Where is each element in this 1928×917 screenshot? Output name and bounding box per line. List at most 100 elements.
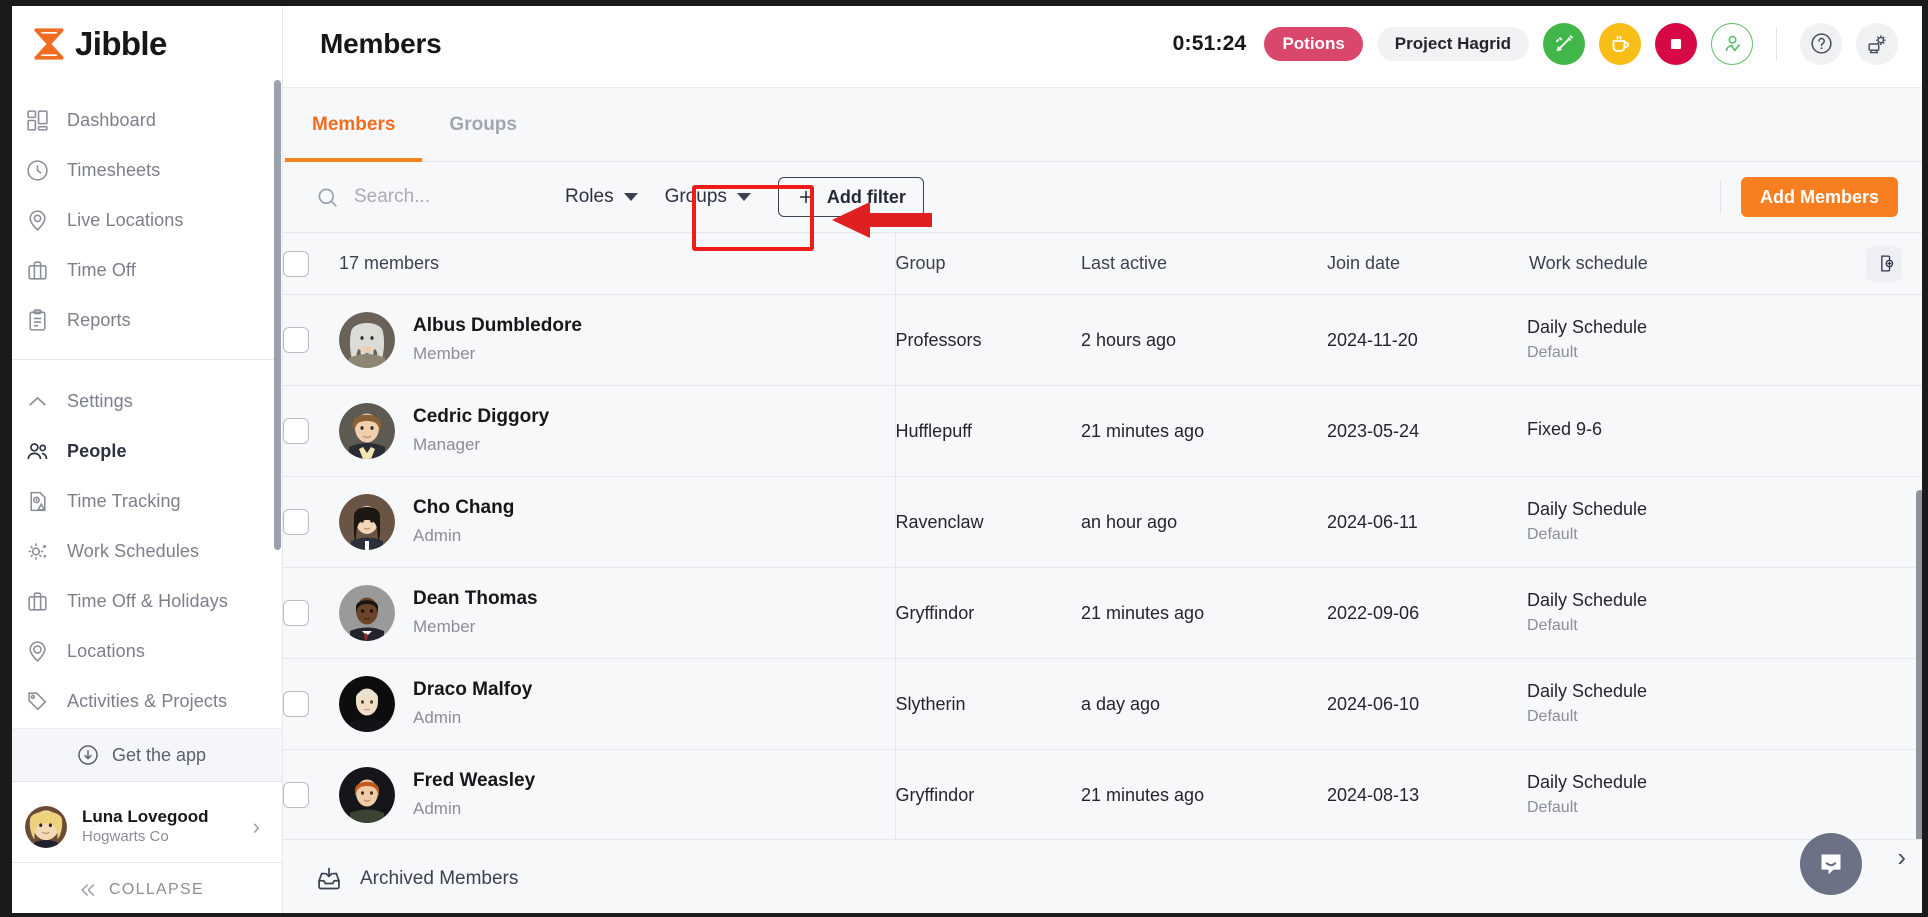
- map-pin-icon: [29, 209, 46, 231]
- row-select-cell: [283, 567, 339, 659]
- row-checkbox[interactable]: [283, 600, 309, 626]
- gear-kiosk-icon: [1867, 35, 1886, 54]
- row-checkbox[interactable]: [283, 691, 309, 717]
- member-name: Albus Dumbledore: [413, 314, 582, 336]
- sidebar-scrollbar-thumb[interactable]: [274, 80, 281, 550]
- project-chip[interactable]: Project Hagrid: [1376, 26, 1529, 61]
- window-edge-top: [0, 0, 1928, 6]
- work-schedule-cell: Daily Schedule Default: [1527, 476, 1928, 568]
- avatar: [339, 676, 395, 732]
- last-active-cell: 2 hours ago: [1081, 294, 1327, 386]
- sidebar-item-activities-projects[interactable]: Activities & Projects: [0, 676, 282, 726]
- app-window: Jibble Dashboard Timesheets Live Locatio…: [0, 0, 1928, 917]
- table-row[interactable]: Albus Dumbledore Member Professors 2 hou…: [283, 294, 1928, 386]
- column-header-group[interactable]: Group: [895, 232, 1081, 295]
- groups-filter-dropdown[interactable]: Groups: [665, 186, 751, 208]
- avatar: [339, 494, 395, 550]
- tab-members[interactable]: Members: [285, 88, 423, 162]
- row-checkbox[interactable]: [283, 509, 309, 535]
- row-checkbox[interactable]: [283, 418, 309, 444]
- column-header-work-schedule[interactable]: Work schedule: [1527, 232, 1928, 295]
- break-button[interactable]: [1599, 22, 1641, 65]
- join-date-cell: 2023-05-24: [1327, 385, 1527, 477]
- settings-button[interactable]: [1856, 22, 1898, 65]
- help-button[interactable]: [1800, 22, 1842, 65]
- get-the-app-label: Get the app: [111, 744, 207, 765]
- sidebar-item-label: Time Off & Holidays: [67, 590, 228, 611]
- sidebar-item-live-locations[interactable]: Live Locations: [0, 195, 282, 245]
- user-name: Luna Lovegood: [82, 807, 209, 827]
- roles-filter-dropdown[interactable]: Roles: [565, 186, 638, 208]
- archived-members-label: Archived Members: [360, 867, 519, 889]
- user-account-card[interactable]: Luna Lovegood Hogwarts Co ›: [0, 791, 282, 863]
- briefcase-icon: [28, 591, 47, 611]
- window-edge-bottom: [0, 913, 1928, 917]
- row-select-cell: [283, 385, 339, 477]
- clock-icon: [27, 159, 48, 181]
- sidebar-item-work-schedules[interactable]: Work Schedules: [0, 526, 282, 576]
- sidebar-item-reports[interactable]: Reports: [0, 295, 282, 345]
- chevron-right-icon: ›: [252, 813, 260, 839]
- groups-filter-label: Groups: [664, 186, 727, 207]
- sidebar-item-dashboard[interactable]: Dashboard: [0, 95, 282, 145]
- tab-groups[interactable]: Groups: [422, 88, 544, 161]
- column-header-last-active[interactable]: Last active: [1081, 232, 1327, 295]
- member-role: Member: [413, 616, 476, 636]
- sidebar-item-locations[interactable]: Locations: [0, 626, 282, 676]
- select-all-checkbox[interactable]: [283, 250, 309, 277]
- user-meta: Luna Lovegood Hogwarts Co: [82, 806, 238, 847]
- table-row[interactable]: Cedric Diggory Manager Hufflepuff 21 min…: [283, 385, 1928, 477]
- search-box[interactable]: [315, 185, 565, 210]
- table-row[interactable]: Fred Weasley Admin Gryffindor 21 minutes…: [283, 749, 1928, 839]
- stop-timer-button[interactable]: [1655, 22, 1697, 65]
- avatar: [339, 403, 395, 459]
- divider: [1776, 26, 1777, 61]
- sidebar-item-time-tracking[interactable]: Time Tracking: [0, 476, 282, 526]
- add-filter-button[interactable]: Add filter: [777, 177, 924, 217]
- group-cell: Slytherin: [895, 658, 1081, 750]
- row-checkbox[interactable]: [283, 782, 309, 808]
- work-schedule-name: Daily Schedule: [1527, 680, 1648, 701]
- member-role: Admin: [413, 525, 462, 545]
- last-active-cell: 21 minutes ago: [1081, 749, 1327, 839]
- table-row[interactable]: Cho Chang Admin Ravenclaw an hour ago 20…: [283, 476, 1928, 568]
- sidebar-item-label: Time Tracking: [67, 490, 181, 511]
- table-row[interactable]: Draco Malfoy Admin Slytherin a day ago 2…: [283, 658, 1928, 750]
- group-cell: Gryffindor: [895, 567, 1081, 659]
- table-row[interactable]: Dean Thomas Member Gryffindor 21 minutes…: [283, 567, 1928, 659]
- sidebar-item-label: Dashboard: [67, 109, 156, 130]
- sidebar-item-timesheets[interactable]: Timesheets: [0, 145, 282, 195]
- add-members-button[interactable]: Add Members: [1740, 177, 1898, 217]
- member-cell: Cedric Diggory Manager: [339, 385, 896, 477]
- switch-activity-button[interactable]: [1543, 22, 1585, 65]
- content-area: Members Groups Roles: [283, 88, 1928, 917]
- activity-chip[interactable]: Potions: [1264, 26, 1363, 61]
- member-role: Admin: [413, 707, 462, 727]
- intercom-expand-chevron[interactable]: ›: [1897, 842, 1906, 873]
- column-header-join-date[interactable]: Join date: [1327, 232, 1527, 295]
- member-role: Member: [413, 343, 476, 363]
- get-the-app-button[interactable]: Get the app: [0, 728, 282, 782]
- search-input[interactable]: [354, 186, 554, 208]
- intercom-chat-button[interactable]: [1800, 833, 1862, 895]
- sidebar-item-time-off-holidays[interactable]: Time Off & Holidays: [0, 576, 282, 626]
- archived-members-bar[interactable]: Archived Members: [283, 839, 1928, 917]
- collapse-sidebar-button[interactable]: COLLAPSE: [0, 863, 282, 917]
- sidebar-item-settings[interactable]: Settings: [0, 376, 282, 426]
- clock-in-out-button[interactable]: [1711, 22, 1753, 65]
- sidebar-item-time-off[interactable]: Time Off: [0, 245, 282, 295]
- coffee-cup-icon: [1612, 35, 1629, 52]
- brand-logo[interactable]: Jibble: [0, 0, 282, 88]
- work-schedules-icon: [28, 542, 47, 560]
- member-count-label: 17 members: [339, 253, 440, 273]
- collapse-label: COLLAPSE: [109, 881, 204, 898]
- work-schedule-sub: Default: [1527, 526, 1578, 543]
- person-check-icon: [1725, 35, 1740, 52]
- avatar: [339, 312, 395, 368]
- member-cell: Albus Dumbledore Member: [339, 294, 896, 386]
- row-checkbox[interactable]: [283, 327, 309, 353]
- chat-bubble-icon: [1821, 854, 1841, 875]
- sidebar-item-people[interactable]: People: [0, 426, 282, 476]
- search-icon: [318, 188, 337, 207]
- export-columns-button[interactable]: [1866, 245, 1902, 282]
